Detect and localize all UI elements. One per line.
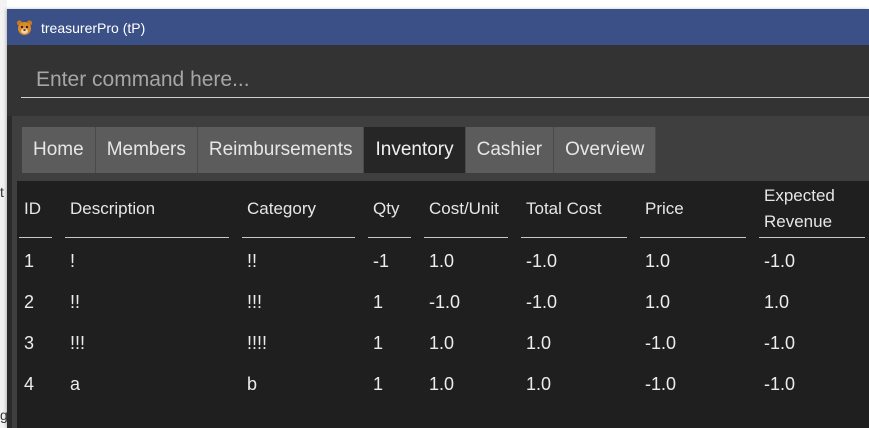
background-text-fragment: t — [0, 184, 4, 200]
table-cell-qty: 1 — [373, 333, 384, 353]
inventory-table: ID Description Category Qty Cost/Unit To… — [17, 181, 869, 428]
command-input[interactable] — [21, 62, 869, 98]
command-box — [7, 45, 869, 116]
table-cell-category: !! — [247, 251, 258, 271]
table-cell-id: 2 — [24, 292, 35, 312]
table-cell-qty: 1 — [373, 292, 384, 312]
table-cell-description: !!! — [70, 333, 86, 353]
table-cell-price: -1.0 — [645, 333, 677, 353]
tab-reimbursements[interactable]: Reimbursements — [197, 127, 365, 173]
tab-cashier[interactable]: Cashier — [465, 127, 555, 173]
table-cell-expected-revenue: -1.0 — [764, 251, 796, 271]
table-cell-expected-revenue: -1.0 — [764, 374, 796, 394]
title-bar[interactable]: treasurerPro (tP) — [7, 9, 869, 45]
table-cell-expected-revenue: 1.0 — [764, 292, 790, 312]
table-cell-description: ! — [70, 251, 76, 271]
table-cell-price: -1.0 — [645, 374, 677, 394]
table-cell-cost-unit: -1.0 — [429, 292, 461, 312]
tab-home[interactable]: Home — [22, 127, 96, 173]
tab-overview[interactable]: Overview — [554, 127, 657, 173]
table-cell-category: !!!! — [247, 333, 268, 353]
table-cell-id: 1 — [24, 251, 35, 271]
table-cell-category: !!! — [247, 292, 263, 312]
tab-inventory[interactable]: Inventory — [364, 127, 466, 173]
table-cell-description: a — [70, 374, 81, 394]
window-title: treasurerPro (tP) — [41, 20, 146, 36]
column-header-qty[interactable]: Qty — [368, 181, 411, 238]
table-cell-description: !! — [70, 292, 81, 312]
column-header-id[interactable]: ID — [19, 181, 52, 238]
column-header-description[interactable]: Description — [65, 181, 229, 238]
table-cell-price: 1.0 — [645, 251, 671, 271]
column-header-category[interactable]: Category — [242, 181, 355, 238]
app-window: treasurerPro (tP) Home Members Reimburse… — [7, 9, 869, 428]
table-cell-total-cost: -1.0 — [526, 292, 558, 312]
table-cell-cost-unit: 1.0 — [429, 374, 455, 394]
tab-members[interactable]: Members — [95, 127, 198, 173]
table-cell-price: 1.0 — [645, 292, 671, 312]
table-cell-total-cost: 1.0 — [526, 333, 552, 353]
table-cell-id: 3 — [24, 333, 35, 353]
bear-face-icon — [16, 20, 33, 35]
background-window-edge: t g — [0, 0, 8, 428]
table-cell-total-cost: 1.0 — [526, 374, 552, 394]
column-header-cost-unit[interactable]: Cost/Unit — [424, 181, 508, 238]
table-cell-cost-unit: 1.0 — [429, 333, 455, 353]
column-header-expected-revenue[interactable]: Expected Revenue — [759, 181, 865, 238]
table-cell-total-cost: -1.0 — [526, 251, 558, 271]
table-cell-cost-unit: 1.0 — [429, 251, 455, 271]
table-cell-qty: -1 — [373, 251, 390, 271]
column-header-price[interactable]: Price — [640, 181, 746, 238]
table-cell-expected-revenue: -1.0 — [764, 333, 796, 353]
table-cell-id: 4 — [24, 374, 35, 394]
main-panel: Home Members Reimbursements Inventory Ca… — [12, 116, 869, 428]
table-cell-category: b — [247, 374, 258, 394]
table-cell-qty: 1 — [373, 374, 384, 394]
column-header-total-cost[interactable]: Total Cost — [521, 181, 627, 238]
tab-bar: Home Members Reimbursements Inventory Ca… — [22, 127, 657, 173]
